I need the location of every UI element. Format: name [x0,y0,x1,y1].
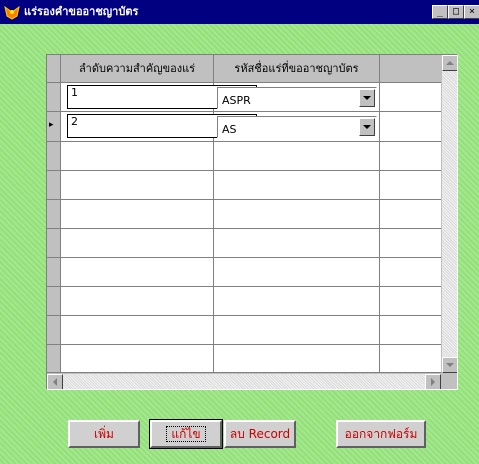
row-selector-current[interactable]: ▸ [47,112,61,142]
mineral-code-combo-row-2[interactable]: AS [217,116,377,138]
column-header-empty [380,55,442,83]
exit-form-button[interactable]: ออกจากฟอร์ม [336,420,426,448]
dropdown-button[interactable] [359,118,375,136]
table-cell [380,171,442,200]
edit-button[interactable]: แก้ไข [149,419,223,449]
table-cell [380,316,442,345]
chevron-up-icon [446,61,454,65]
scroll-left-button[interactable] [47,374,63,389]
chevron-down-icon [446,363,454,367]
chevron-right-icon [431,378,435,386]
table-cell[interactable] [61,345,214,373]
row-selector[interactable] [47,171,61,200]
dropdown-button[interactable] [359,89,375,107]
data-grid[interactable]: ลำดับความสำคัญของแร่ รหัสชื่อแร่ที่ขออาช… [46,54,458,390]
table-cell [380,112,442,142]
table-cell [380,229,442,258]
current-row-arrow-icon: ▸ [49,120,54,130]
scrollbar-corner [441,373,457,389]
row-selector[interactable] [47,142,61,171]
table-cell[interactable] [61,258,214,287]
row-selector[interactable] [47,200,61,229]
table-cell[interactable] [214,287,380,316]
mineral-code-combo-row-1[interactable]: ASPR [217,87,377,109]
column-header-mineral-code[interactable]: รหัสชื่อแร่ที่ขออาชญาบัตร [214,55,380,83]
close-button[interactable]: × [464,5,479,19]
add-button[interactable]: เพิ่ม [68,420,140,448]
chevron-down-icon [363,125,371,129]
vertical-scrollbar[interactable] [441,55,457,373]
row-selector[interactable] [47,83,61,112]
table-cell[interactable] [61,229,214,258]
table-cell[interactable] [214,200,380,229]
column-header-priority[interactable]: ลำดับความสำคัญของแร่ [61,55,214,83]
table-cell [380,200,442,229]
app-logo-icon [4,5,20,20]
minimize-button[interactable]: _ [432,5,448,19]
table-cell[interactable] [214,345,380,373]
title-bar[interactable]: แร่รองคำขออาชญาบัตร _ □ × [0,0,479,24]
row-selector[interactable] [47,258,61,287]
form-window: แร่รองคำขออาชญาบัตร _ □ × ลำดับความสำคัญ… [0,0,479,464]
row-selector[interactable] [47,316,61,345]
row-selector[interactable] [47,345,61,373]
horizontal-scrollbar[interactable] [47,373,441,389]
table-cell[interactable] [61,316,214,345]
row-selector[interactable] [47,229,61,258]
window-title: แร่รองคำขออาชญาบัตร [24,5,139,18]
table-cell [380,345,442,373]
maximize-button[interactable]: □ [448,5,464,19]
table-cell[interactable] [214,258,380,287]
table-cell [380,287,442,316]
table-cell[interactable] [214,142,380,171]
edit-button-label: แก้ไข [166,426,206,442]
scroll-down-button[interactable] [442,357,457,373]
table-cell[interactable] [61,200,214,229]
table-cell [380,258,442,287]
grid-corner-header [47,55,61,83]
delete-record-button[interactable]: ลบ Record [224,420,296,448]
mineral-code-value: AS [222,123,237,136]
table-cell[interactable] [214,171,380,200]
scroll-right-button[interactable] [425,374,441,389]
scroll-up-button[interactable] [442,55,457,71]
table-cell[interactable] [61,142,214,171]
chevron-left-icon [53,378,57,386]
table-cell[interactable] [61,171,214,200]
chevron-down-icon [363,96,371,100]
table-cell[interactable] [214,316,380,345]
row-selector[interactable] [47,287,61,316]
table-cell [380,83,442,112]
table-cell [380,142,442,171]
mineral-code-value: ASPR [222,94,251,107]
table-cell[interactable] [61,287,214,316]
table-cell[interactable] [214,229,380,258]
